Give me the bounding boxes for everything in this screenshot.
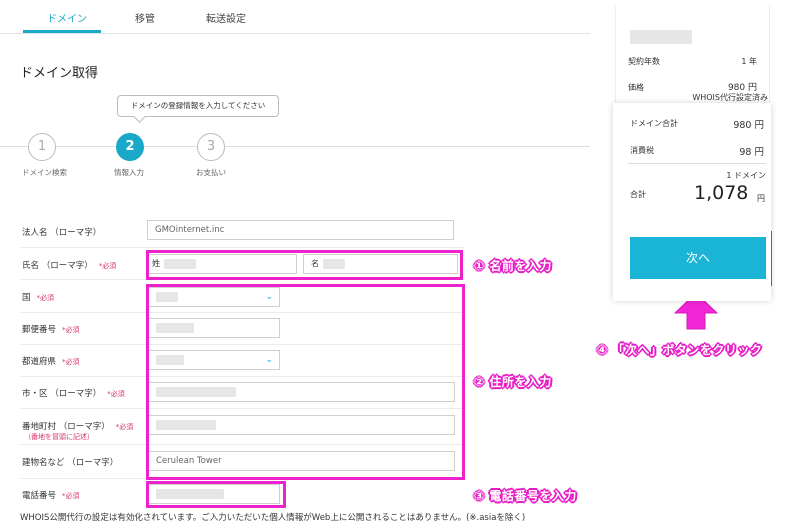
prefecture-label: 都道府県 *必須	[22, 357, 80, 367]
phone-label: 電話番号 *必須	[22, 491, 80, 501]
last-name-input[interactable]: 姓	[148, 254, 297, 274]
postal-input[interactable]	[148, 318, 280, 338]
street-label: 番地町村 （ローマ字） *必須	[22, 422, 134, 432]
annotation-phone: ③ 電話番号を入力	[474, 489, 577, 503]
step-1-circle: 1	[28, 133, 56, 161]
prefecture-select[interactable]: ⌄	[148, 350, 280, 370]
row-divider	[20, 478, 465, 479]
street-input[interactable]	[148, 415, 455, 435]
total-label: 合計	[630, 190, 646, 199]
contract-value: 1 年	[741, 57, 757, 66]
step-2-circle: 2	[116, 133, 144, 161]
step-connector	[56, 146, 116, 147]
price-label: 価格	[628, 83, 644, 92]
annotation-address: ② 住所を入力	[474, 375, 552, 389]
annotation-next: ④ 「次へ」ボタンをクリック	[597, 343, 763, 357]
whois-note: WHOIS公開代行の設定は有効化されています。ご入力いただいた個人情報がWeb上…	[20, 513, 526, 523]
page-title: ドメイン取得	[20, 66, 99, 81]
corp-name-label: 法人名 （ローマ字）	[22, 228, 102, 238]
postal-label: 郵便番号 *必須	[22, 325, 80, 335]
step-3-label: お支払い	[196, 168, 226, 177]
tab-forwarding[interactable]: 転送設定	[206, 10, 246, 25]
tax-label: 消費税	[630, 146, 654, 155]
domain-count: 1 ドメイン	[726, 171, 766, 180]
phone-input[interactable]	[148, 484, 280, 504]
row-divider	[20, 344, 465, 345]
total-value: 1,078	[694, 182, 749, 204]
city-label: 市・区 （ローマ字） *必須	[22, 389, 125, 399]
row-divider	[20, 444, 465, 445]
next-button[interactable]: 次へ	[630, 237, 766, 279]
row-divider	[20, 376, 465, 377]
building-input[interactable]: Cerulean Tower	[148, 451, 455, 471]
step-tooltip: ドメインの登録情報を入力してください	[117, 95, 279, 117]
active-tab-indicator	[23, 30, 101, 33]
tabs-divider	[0, 33, 590, 34]
contract-label: 契約年数	[628, 57, 660, 66]
step-3-circle: 3	[197, 133, 225, 161]
country-label: 国 *必須	[22, 293, 55, 303]
total-unit: 円	[757, 194, 765, 203]
row-divider	[20, 312, 465, 313]
country-select[interactable]: ⌄	[148, 287, 280, 307]
row-divider	[20, 408, 465, 409]
step-1-label: ドメイン検索	[22, 168, 67, 177]
domain-total-value: 980 円	[733, 120, 764, 131]
first-name-input[interactable]: 名	[303, 254, 458, 274]
street-note: （番地を冒頭に記述）	[24, 433, 94, 441]
step-2-label: 情報入力	[114, 168, 144, 177]
full-name-label: 氏名 （ローマ字） *必須	[22, 261, 117, 271]
city-input[interactable]	[148, 382, 455, 402]
row-divider	[20, 247, 465, 248]
tax-value: 98 円	[739, 147, 764, 158]
step-connector	[225, 146, 590, 147]
row-divider	[20, 279, 465, 280]
building-label: 建物名など （ローマ字）	[22, 458, 119, 468]
tab-domain[interactable]: ドメイン	[47, 10, 87, 25]
annotation-name: ① 名前を入力	[474, 259, 552, 273]
chevron-down-icon: ⌄	[265, 292, 273, 302]
domain-total-label: ドメイン合計	[630, 119, 678, 128]
summary-divider	[628, 163, 766, 164]
domain-name-redacted	[630, 30, 692, 44]
tab-transfer[interactable]: 移管	[135, 10, 155, 25]
step-connector	[0, 146, 28, 147]
step-connector	[144, 146, 197, 147]
whois-proxy-note: WHOIS代行設定済み	[692, 93, 768, 102]
chevron-down-icon: ⌄	[265, 355, 273, 365]
corp-name-input[interactable]: GMOinternet.inc	[147, 220, 454, 240]
